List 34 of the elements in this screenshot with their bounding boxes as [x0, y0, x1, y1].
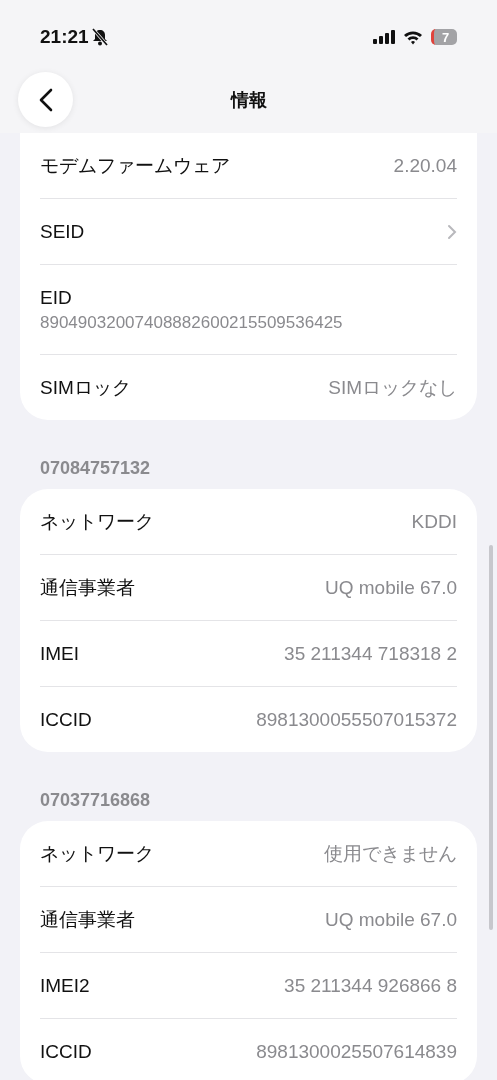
back-icon: [38, 87, 53, 112]
row-label: 通信事業者: [40, 907, 135, 932]
row-label: モデムファームウェア: [40, 153, 230, 178]
wifi-icon: [403, 29, 423, 45]
signal-icon: [373, 30, 395, 44]
row-label: ネットワーク: [40, 841, 154, 866]
row-label: ICCID: [40, 1040, 92, 1063]
row-label: SIMロック: [40, 375, 131, 400]
status-time: 21:21: [40, 26, 89, 48]
row-value: 2.20.04: [393, 154, 457, 177]
row-label: EID: [40, 286, 73, 309]
row-value: SIMロックなし: [328, 375, 457, 400]
row-label: IMEI: [40, 642, 80, 665]
battery-indicator: 7: [431, 29, 457, 45]
chevron-right-icon: [447, 223, 457, 240]
section-header: 07084757132: [39, 457, 152, 480]
row-value: UQ mobile 67.0: [325, 576, 457, 599]
row-label: 通信事業者: [40, 575, 135, 600]
seid-row[interactable]: SEID: [40, 199, 457, 264]
row-value: UQ mobile 67.0: [325, 908, 457, 931]
row-value: 8981300025507614839: [256, 1040, 457, 1063]
row-value: KDDI: [411, 510, 457, 533]
row-value: 8981300055507015372: [256, 708, 457, 731]
back-button[interactable]: [18, 72, 73, 127]
row-label: ICCID: [40, 708, 92, 731]
page-title: 情報: [230, 88, 267, 112]
bell-slash-icon: [91, 28, 108, 46]
row-label: ネットワーク: [40, 509, 154, 534]
section-header: 07037716868: [39, 789, 152, 812]
row-value: 35 211344 718318 2: [284, 642, 457, 665]
row-value: 使用できません: [324, 841, 457, 866]
row-label: IMEI2: [40, 974, 90, 997]
row-value: 35 211344 926866 8: [284, 974, 457, 997]
row-value: 89049032007408882600215509536425: [40, 312, 344, 333]
